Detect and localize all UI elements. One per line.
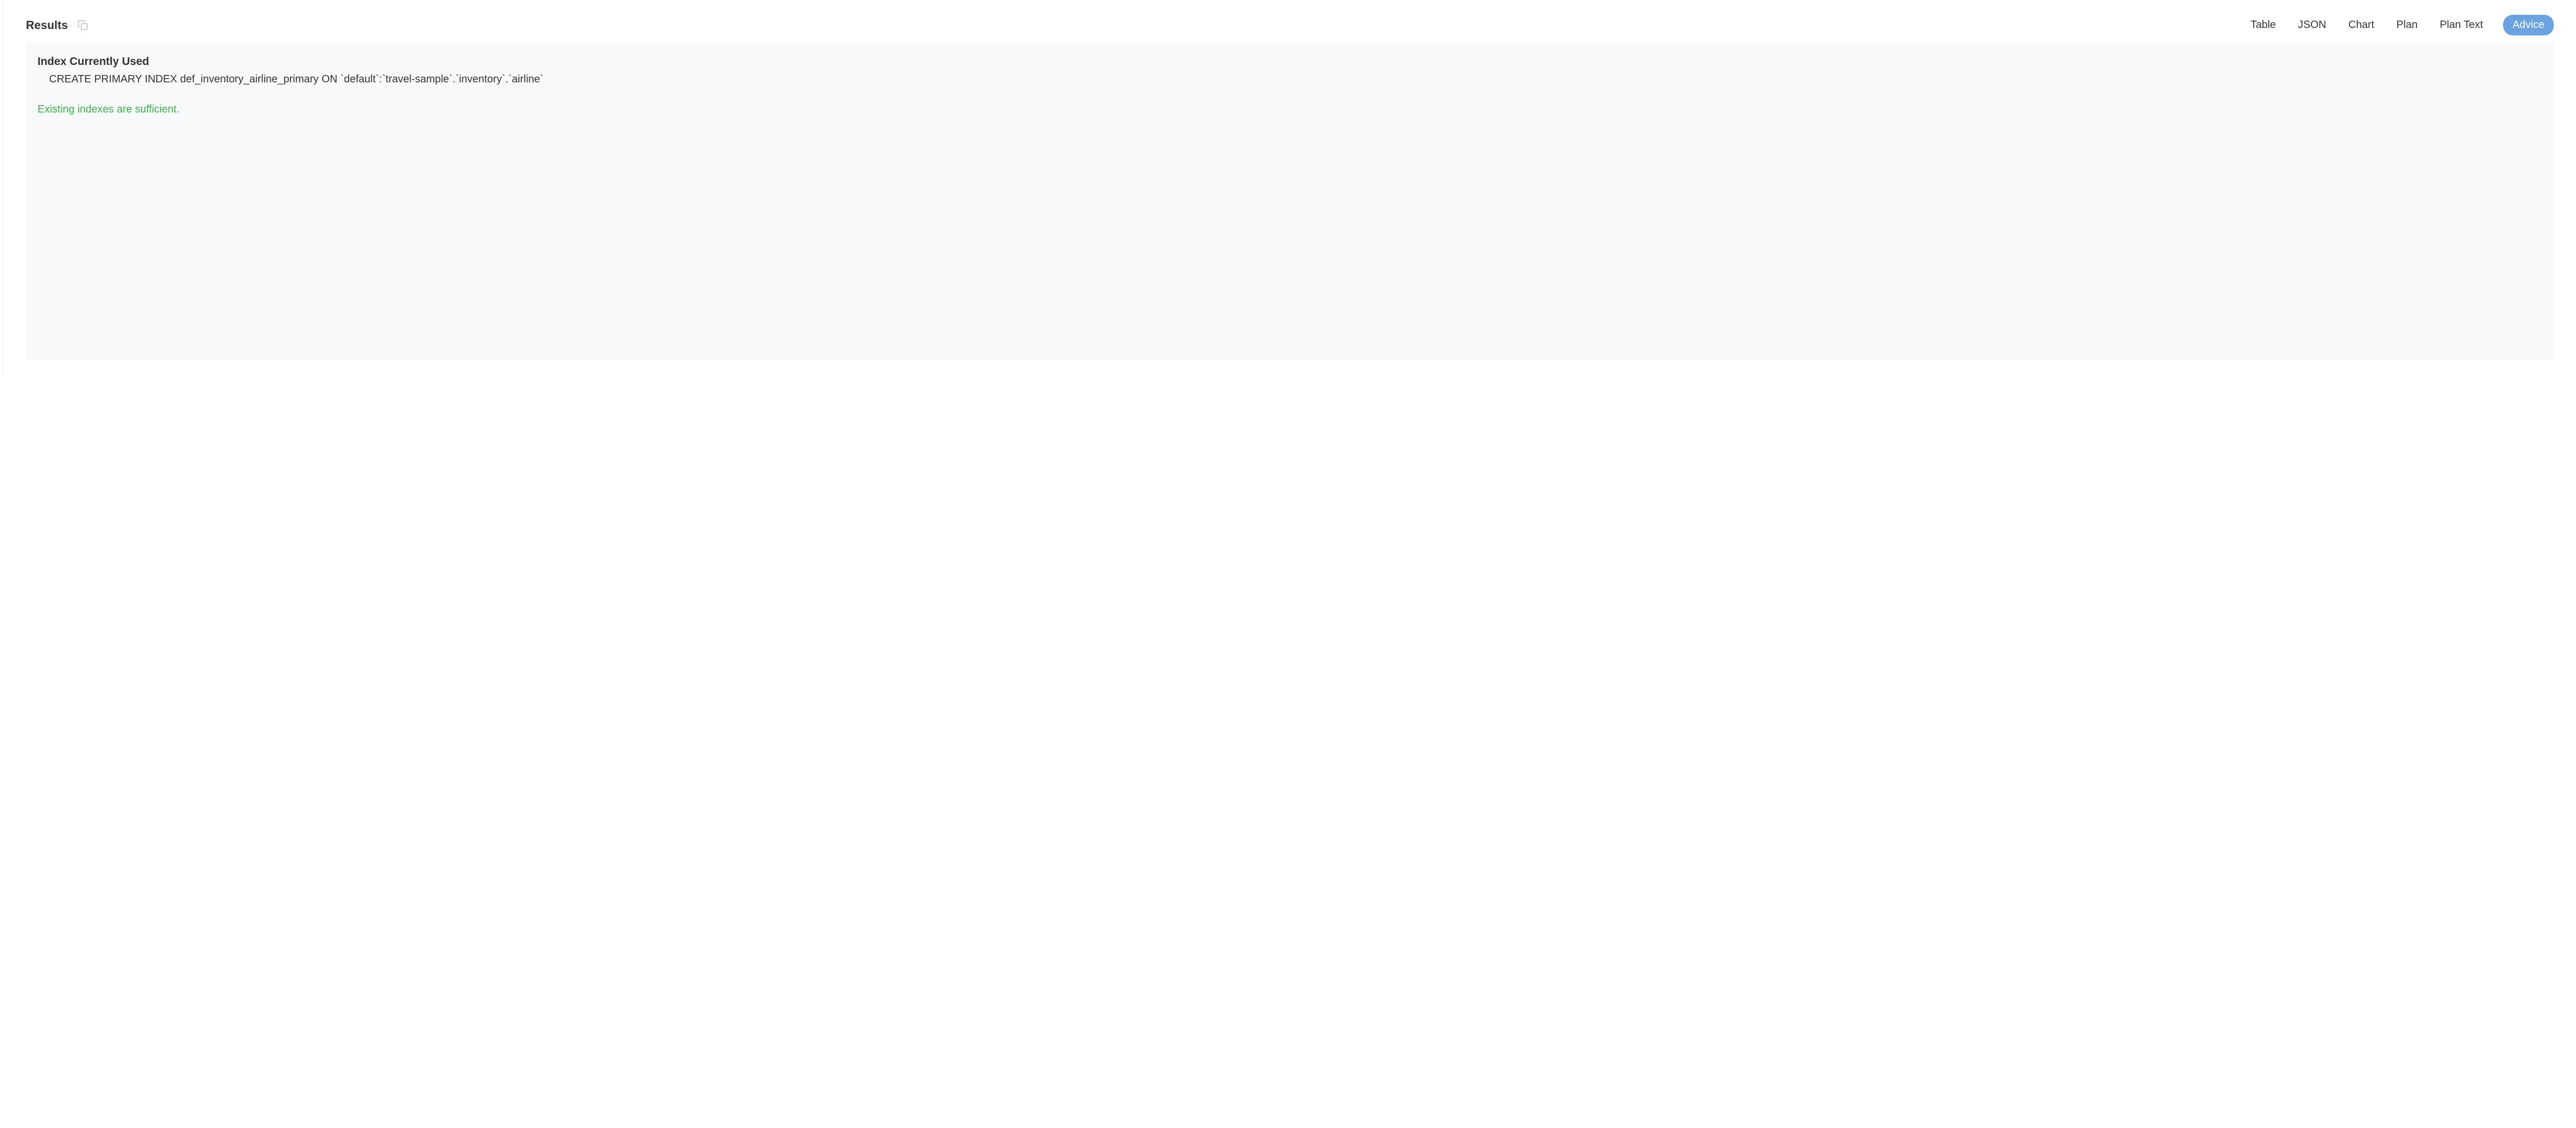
results-title: Results — [26, 18, 68, 32]
tab-plan-text[interactable]: Plan Text — [2438, 15, 2485, 35]
tab-json[interactable]: JSON — [2296, 15, 2328, 35]
copy-icon[interactable] — [77, 20, 89, 31]
results-content-panel: Index Currently Used CREATE PRIMARY INDE… — [26, 43, 2554, 360]
tab-chart[interactable]: Chart — [2346, 15, 2376, 35]
tab-table[interactable]: Table — [2248, 15, 2278, 35]
results-header-left: Results — [26, 18, 89, 32]
results-header-row: Results Table JSON Chart Plan Plan Text … — [26, 15, 2554, 35]
index-statement-text: CREATE PRIMARY INDEX def_inventory_airli… — [38, 73, 2542, 86]
tab-advice[interactable]: Advice — [2503, 15, 2554, 35]
results-tabs: Table JSON Chart Plan Plan Text Advice — [2248, 15, 2554, 35]
tab-plan[interactable]: Plan — [2394, 15, 2420, 35]
index-currently-used-heading: Index Currently Used — [38, 55, 2542, 68]
existing const-indexes-sufficient-message: Existing indexes are sufficient. — [38, 104, 2542, 116]
